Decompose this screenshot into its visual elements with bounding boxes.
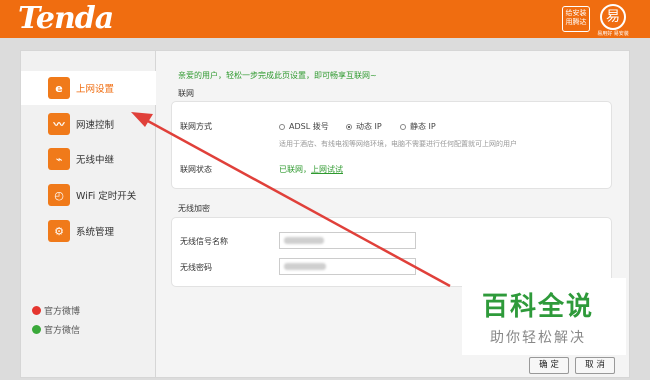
- radio-dot: [400, 123, 406, 130]
- radio-label: 动态 IP: [356, 122, 382, 131]
- gear-icon: ⚙: [48, 220, 70, 242]
- easy-use-caption: 易用好 易安装: [597, 31, 629, 37]
- install-badge: 给安装用腾达: [562, 6, 590, 32]
- sidebar-item-label: WiFi 定时开关: [76, 191, 137, 202]
- radio-adsl[interactable]: ADSL 拨号: [279, 121, 329, 132]
- tenda-logo: Tenda: [18, 1, 114, 36]
- radio-dynamic-ip[interactable]: 动态 IP: [346, 121, 382, 132]
- wireless-relay-icon: ⌁: [48, 148, 70, 170]
- password-label: 无线密码: [180, 263, 212, 272]
- ssid-redaction: [284, 237, 324, 244]
- speed-wave-icon: 〰: [48, 113, 70, 135]
- cancel-button[interactable]: 取 消: [575, 357, 615, 374]
- sidebar-item-wireless-relay[interactable]: ⌁ 无线中继: [21, 142, 157, 176]
- watermark-title: 百科全说: [482, 292, 595, 322]
- sidebar-item-internet-settings[interactable]: e 上网设置: [21, 71, 159, 105]
- weibo-link[interactable]: 官方微博: [32, 304, 80, 317]
- sidebar-item-speed-control[interactable]: 〰 网速控制: [21, 107, 157, 141]
- wechat-label: 官方微信: [44, 326, 81, 336]
- watermark-subtitle: 助你轻松解决: [490, 330, 586, 346]
- connection-type-label: 联网方式: [180, 122, 212, 131]
- top-header: Tenda 给安装用腾达 易 易用好 易安装: [0, 0, 650, 38]
- ssid-label: 无线信号名称: [180, 237, 228, 246]
- try-internet-link[interactable]: 上网试试: [311, 165, 343, 174]
- wifi-timer-icon: ◴: [48, 184, 70, 206]
- status-value: 已联网，: [279, 165, 311, 174]
- connection-status: 已联网，上网试试: [279, 164, 343, 175]
- e-icon: e: [48, 77, 70, 99]
- easy-use-icon: 易: [600, 4, 626, 30]
- sidebar-item-label: 上网设置: [76, 84, 115, 95]
- sidebar-item-label: 无线中继: [76, 155, 115, 166]
- wechat-link[interactable]: 官方微信: [32, 323, 80, 336]
- sidebar-item-wifi-timer[interactable]: ◴ WiFi 定时开关: [21, 178, 157, 212]
- wireless-card: [171, 217, 612, 287]
- dynamic-ip-hint: 适用于酒店、有线电视等网络环境，电脑不需要进行任何配置就可上网的用户: [279, 140, 517, 148]
- radio-label: 静态 IP: [410, 122, 436, 131]
- ok-button[interactable]: 确 定: [529, 357, 569, 374]
- connection-status-label: 联网状态: [180, 165, 212, 174]
- radio-label: ADSL 拨号: [289, 122, 329, 131]
- sidebar-item-label: 网速控制: [76, 120, 115, 131]
- internet-section-title: 联网: [178, 89, 194, 98]
- sidebar-item-label: 系统管理: [76, 227, 115, 238]
- welcome-text: 亲爱的用户，轻松一步完成此页设置，即可畅享互联网~: [178, 71, 377, 80]
- weibo-label: 官方微博: [44, 307, 81, 317]
- wechat-icon: [32, 325, 41, 334]
- radio-static-ip[interactable]: 静态 IP: [400, 121, 436, 132]
- sidebar-item-system-management[interactable]: ⚙ 系统管理: [21, 214, 157, 248]
- radio-dot-selected: [346, 123, 352, 130]
- radio-dot: [279, 123, 285, 130]
- password-redaction: [284, 263, 326, 270]
- weibo-icon: [32, 306, 41, 315]
- wireless-section-title: 无线加密: [178, 204, 210, 213]
